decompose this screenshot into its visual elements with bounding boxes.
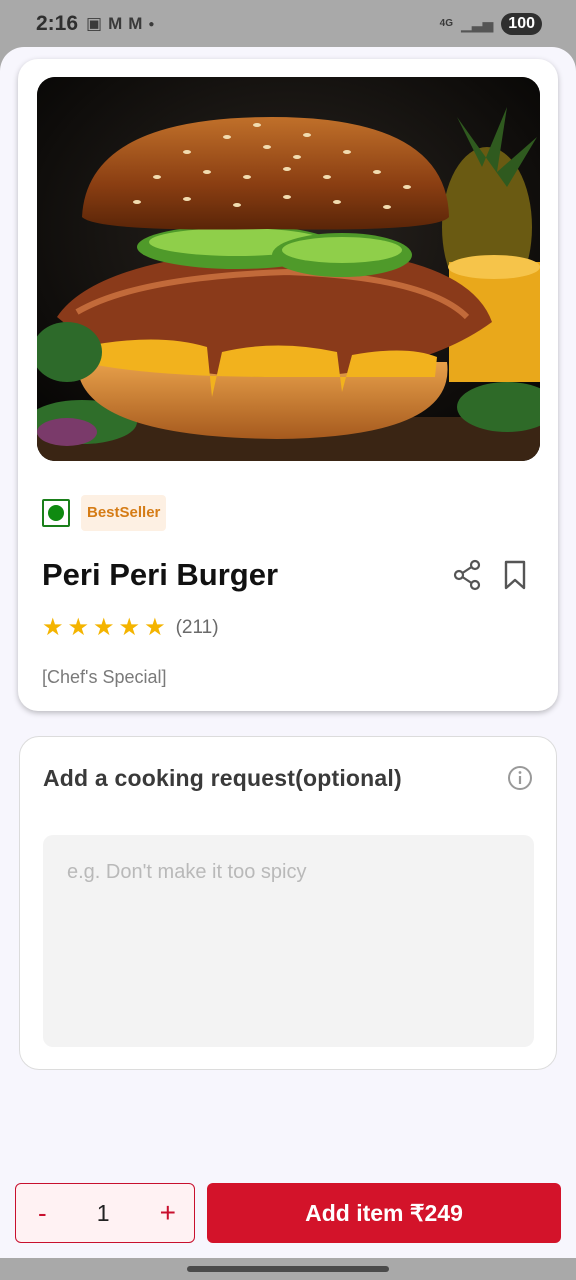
veg-icon	[42, 499, 70, 527]
navigation-bar	[0, 1258, 576, 1280]
rating: ★ ★ ★ ★ ★ (211)	[42, 615, 219, 641]
decrease-quantity-button[interactable]: -	[38, 1198, 47, 1229]
status-time: 2:16	[36, 12, 79, 35]
info-icon[interactable]	[507, 765, 533, 791]
rating-count: (211)	[175, 617, 219, 638]
star-icon: ★	[42, 614, 64, 641]
star-icon: ★	[144, 614, 166, 641]
item-tag: [Chef's Special]	[42, 667, 167, 687]
gmail-icon: M	[128, 14, 143, 33]
network-indicator: 4G	[439, 18, 453, 29]
status-right: 4G ▁▃▅ 100	[440, 13, 542, 35]
increase-quantity-button[interactable]: +	[160, 1197, 176, 1229]
battery-indicator: 100	[501, 13, 542, 35]
burger-photo	[37, 77, 540, 461]
notification-icons: ▣ M M ●	[86, 14, 154, 34]
burger-illustration	[37, 77, 540, 461]
item-bottom-sheet: BestSeller Peri Peri Burger ★ ★ ★ ★ ★ (2…	[0, 47, 576, 1258]
signal-icon: ▁▃▅	[460, 15, 494, 32]
cooking-request-title: Add a cooking request(optional)	[43, 765, 402, 791]
cooking-request-card: Add a cooking request(optional)	[19, 736, 557, 1070]
star-icon: ★	[67, 614, 90, 641]
quantity-stepper: - 1 +	[15, 1183, 195, 1243]
item-name: Peri Peri Burger	[42, 557, 279, 592]
item-card: BestSeller Peri Peri Burger ★ ★ ★ ★ ★ (2…	[18, 59, 558, 711]
bestseller-badge: BestSeller	[81, 495, 167, 531]
status-bar: 2:16 ▣ M M ● 4G ▁▃▅ 100	[0, 0, 576, 48]
cooking-request-input[interactable]	[43, 835, 534, 1047]
bookmark-icon[interactable]	[502, 559, 528, 591]
share-icon[interactable]	[452, 559, 482, 591]
dot-icon: ●	[148, 18, 155, 30]
gmail-icon: M	[108, 14, 123, 33]
star-icon: ★	[118, 614, 141, 641]
quantity-value: 1	[96, 1199, 110, 1226]
add-item-button[interactable]: Add item ₹249	[207, 1183, 561, 1243]
star-icon: ★	[93, 614, 115, 641]
screenshot-icon: ▣	[86, 14, 103, 33]
home-gesture-handle[interactable]	[187, 1266, 389, 1272]
